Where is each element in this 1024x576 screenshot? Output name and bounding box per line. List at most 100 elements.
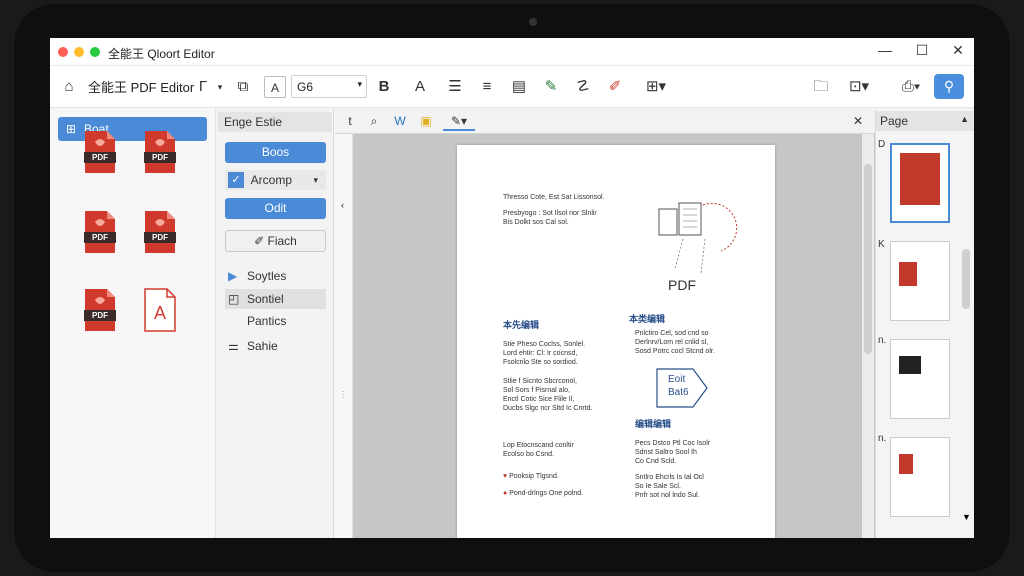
chevron-down-icon[interactable]: ▾ (214, 76, 226, 98)
crop-icon[interactable]: Γ (196, 76, 210, 98)
pdf-file-icon[interactable]: PDF (84, 288, 116, 332)
scrollbar-thumb[interactable] (864, 164, 872, 354)
bullet-2-text: Pond-drlngs One polnd. (509, 490, 584, 497)
page-thumbnail-1[interactable] (890, 143, 950, 223)
pdf-file-icon[interactable]: PDF (144, 130, 176, 174)
thumb-label-1: D (878, 139, 886, 150)
highlighter-icon[interactable]: ✐ (606, 76, 624, 98)
page-thumbnail-4[interactable] (890, 437, 950, 517)
pdf-figure-illustration (658, 202, 738, 274)
document-scrollbar[interactable] (862, 134, 874, 538)
pdf-page: Thresso Cote, Est Sat Lissonsol. Presbyo… (457, 145, 775, 538)
file-type-label: PDF (92, 233, 108, 242)
section-1-para-1: Stie Pheso Coclss, Sonlel. Lord ehtir: C… (503, 341, 586, 366)
file-browser-button[interactable]: ⊞ Boat (58, 117, 207, 141)
edit-doc-icon[interactable]: ✎ (542, 76, 560, 98)
square-icon: ◰ (228, 292, 240, 306)
thumb-label-3: n. (878, 335, 887, 346)
thumbnail-scrollbar[interactable] (962, 249, 970, 309)
title-bar: 全能王 Qloort Editor — ☐ ✕ (50, 38, 974, 66)
copy-icon[interactable]: ⧉ (234, 76, 252, 98)
pdf-file-icon[interactable]: PDF (84, 210, 116, 254)
arcomp-dropdown[interactable]: ✓ Arcomp ▾ (225, 170, 326, 190)
thumb-figure (899, 262, 917, 286)
boos-button[interactable]: Boos (225, 142, 326, 163)
section-heading-1: 本先编辑 (503, 320, 540, 330)
search-button[interactable]: ⚲ (934, 74, 964, 99)
odit-button[interactable]: Odit (225, 198, 326, 219)
section-3-para-1: Pecs Dstco Ptl Coc Isolr Sdnst Saltro So… (635, 440, 711, 465)
word-icon[interactable]: W (389, 111, 411, 131)
font-size-select[interactable]: G6 ▾ (291, 75, 367, 98)
thumb-figure (899, 356, 921, 374)
thumb-figure (899, 454, 913, 474)
text-tool-icon[interactable]: t (339, 111, 361, 131)
chevron-down-icon[interactable]: ▼ (962, 512, 971, 522)
section-heading-3: 编辑编辑 (635, 419, 672, 429)
sahie-label: Sahie (247, 339, 278, 353)
intro-line-3: Bis Dolkt sos Cal sol. (503, 219, 569, 226)
list-icon[interactable]: ☰ (446, 76, 464, 98)
callout-text: Eoit Bat6 (668, 374, 689, 398)
thumb-label-4: n. (878, 433, 887, 444)
minimize-button[interactable]: — (875, 42, 895, 58)
font-color-button[interactable]: A (412, 76, 428, 98)
list-item-soytles[interactable]: ▶ Soytles (225, 266, 326, 286)
list-item-sontiel[interactable]: ◰ Sontiel (225, 289, 326, 309)
bold-button[interactable]: B (376, 76, 392, 98)
fiach-label: Fiach (267, 234, 297, 248)
page-panel-header: Page ▲ (876, 111, 974, 131)
page-thumbnail-2[interactable] (890, 241, 950, 321)
arrow-left-icon[interactable]: ‹ (341, 200, 344, 210)
page-thumbnail-3[interactable] (890, 339, 950, 419)
layout-icon[interactable]: ⊞▾ (642, 76, 670, 98)
edit-tools-panel: Enge Estie Boos ✓ Arcomp ▾ Odit ✐ Fiach … (216, 109, 334, 538)
scan-icon[interactable]: ⊡▾ (844, 76, 874, 98)
close-dot[interactable] (58, 47, 68, 57)
file-browser-panel: ⊞ Boat PDF PDF PDF PDF PDF A (50, 109, 216, 538)
section-heading-2: 本类编辑 (629, 314, 666, 324)
maximize-dot[interactable] (90, 47, 100, 57)
main-toolbar: ⌂ 全能王 PDF Editor Γ ▾ ⧉ A G6 ▾ B A ☰ ≡ ▤ … (50, 66, 974, 108)
home-icon[interactable]: ⌂ (60, 76, 78, 98)
chevron-down-icon: ▾ (357, 79, 362, 89)
chevron-up-icon[interactable]: ▲ (960, 114, 969, 124)
document-file-icon[interactable]: A (144, 288, 176, 332)
edit-panel-header: Enge Estie (218, 112, 332, 132)
fiach-button[interactable]: ✐ Fiach (225, 230, 326, 252)
file-type-label: PDF (92, 311, 108, 320)
file-type-label: PDF (92, 153, 108, 162)
maximize-button[interactable]: ☐ (912, 42, 932, 59)
list-item-sahie[interactable]: ⚌ Sahie (225, 336, 326, 356)
pdf-file-icon[interactable]: PDF (84, 130, 116, 174)
select-tool-icon[interactable]: ⌕ (363, 111, 385, 131)
brush-icon: ✐ (254, 234, 268, 248)
play-icon: ▶ (228, 269, 238, 283)
camera (529, 18, 537, 26)
signature-icon[interactable]: ☡ (574, 76, 592, 98)
minimize-dot[interactable] (74, 47, 84, 57)
window-title: 全能王 Qloort Editor (108, 47, 215, 61)
sliders-icon: ⚌ (228, 339, 239, 353)
annotate-tool-icon[interactable]: ✎▾ (443, 111, 475, 131)
figure-label: PDF (668, 277, 696, 293)
print-icon[interactable]: ⎙▾ (896, 76, 926, 98)
folder-icon[interactable]: 🗀 (812, 76, 830, 98)
thumb-cover (900, 153, 940, 205)
close-doc-button[interactable]: ✕ (847, 111, 869, 131)
close-button[interactable]: ✕ (948, 42, 968, 59)
checkbox-icon: ✓ (228, 172, 244, 188)
pdf-file-icon[interactable]: PDF (144, 210, 176, 254)
font-size-value: G6 (297, 80, 314, 94)
image-icon[interactable]: ▣ (415, 111, 437, 131)
pantics-label: Pantics (247, 314, 287, 328)
text-style-icon[interactable]: A (264, 76, 286, 98)
list-item-pantics[interactable]: Pantics (225, 311, 326, 331)
file-type-label: A (153, 303, 166, 323)
document-area: t ⌕ W ▣ ✎▾ ✕ ‹ ⋮ Thresso Cote, Est Sat L… (335, 109, 875, 538)
document-icon[interactable]: ▤ (510, 76, 528, 98)
search-icon: ⚲ (943, 78, 955, 94)
bullet-1-text: Pooksip Tlgsnd. (509, 473, 559, 480)
numbered-list-icon[interactable]: ≡ (478, 76, 496, 98)
app-title: 全能王 PDF Editor (88, 80, 195, 95)
